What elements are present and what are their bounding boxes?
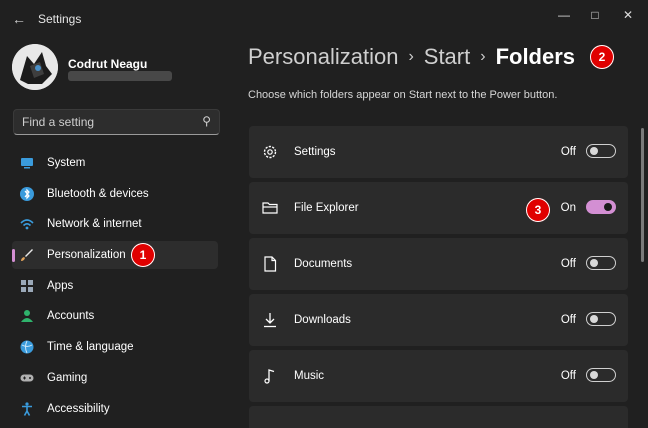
globe-icon (19, 339, 35, 355)
accounts-icon (19, 308, 35, 324)
user-name: Codrut Neagu (68, 57, 148, 71)
folder-row-downloads: Downloads Off (249, 294, 628, 346)
breadcrumb-start[interactable]: Start (424, 44, 470, 69)
download-icon (261, 311, 279, 329)
sidebar-item-label: Bluetooth & devices (47, 187, 149, 200)
folder-list: Settings Off File Explorer On Documents … (249, 126, 628, 428)
folder-row-next-partial (249, 406, 628, 428)
settings-toggle[interactable] (586, 144, 616, 158)
folder-label: Downloads (294, 314, 351, 326)
toggle-knob (590, 147, 598, 155)
brush-icon (19, 247, 35, 263)
toggle-state-label: On (560, 202, 576, 214)
breadcrumb: Personalization › Start › Folders (248, 44, 575, 74)
sidebar-item-label: Apps (47, 279, 74, 292)
sidebar-item-label: Time & language (47, 341, 134, 354)
folder-row-settings: Settings Off (249, 126, 628, 178)
sidebar-item-label: Accessibility (47, 402, 110, 415)
search-icon[interactable]: ⚲ (202, 114, 211, 128)
wifi-icon (19, 216, 35, 232)
toggle-state-label: Off (560, 146, 576, 158)
folder-label: Settings (294, 146, 336, 158)
sidebar-item-label: Gaming (47, 371, 88, 384)
sidebar-item-gaming[interactable]: Gaming (12, 364, 218, 392)
apps-icon (19, 278, 35, 294)
folder-row-documents: Documents Off (249, 238, 628, 290)
sidebar-nav: System Bluetooth & devices Network & int… (12, 149, 218, 425)
folder-label: Documents (294, 258, 353, 270)
music-icon (261, 367, 279, 385)
folder-row-music: Music Off (249, 350, 628, 402)
avatar-image (12, 44, 58, 90)
sidebar-item-system[interactable]: System (12, 149, 218, 177)
system-icon (19, 155, 35, 171)
minimize-button[interactable]: — (550, 4, 578, 26)
annotation-badge-2: 2 (590, 45, 614, 69)
toggle-knob (590, 371, 598, 379)
sidebar-item-label: Network & internet (47, 218, 142, 231)
folder-row-file-explorer: File Explorer On (249, 182, 628, 234)
app-title: Settings (38, 12, 82, 26)
sidebar-item-accessibility[interactable]: Accessibility (12, 395, 218, 423)
downloads-toggle[interactable] (586, 312, 616, 326)
folder-label: Music (294, 370, 325, 382)
toggle-state-label: Off (560, 258, 576, 270)
breadcrumb-personalization[interactable]: Personalization (248, 44, 398, 69)
sidebar-item-accounts[interactable]: Accounts (12, 302, 218, 330)
close-button[interactable]: ✕ (614, 4, 642, 26)
back-arrow-icon[interactable]: ← (10, 10, 28, 28)
music-toggle[interactable] (586, 368, 616, 382)
scrollbar[interactable] (641, 128, 644, 262)
toggle-state-label: Off (560, 314, 576, 326)
toggle-knob (590, 315, 598, 323)
bluetooth-icon (19, 186, 35, 202)
sidebar-item-label: Accounts (47, 310, 95, 323)
file-explorer-toggle[interactable] (586, 200, 616, 214)
toggle-knob (604, 203, 612, 211)
title-bar: ← Settings — □ ✕ (0, 0, 648, 38)
chevron-right-icon: › (408, 48, 414, 65)
maximize-button[interactable]: □ (581, 4, 609, 26)
user-email-redacted (68, 71, 172, 81)
page-title: Folders (495, 44, 576, 69)
page-description: Choose which folders appear on Start nex… (248, 89, 558, 101)
gear-icon (261, 143, 279, 161)
toggle-state-label: Off (560, 370, 576, 382)
documents-toggle[interactable] (586, 256, 616, 270)
gaming-icon (19, 370, 35, 386)
sidebar-item-network[interactable]: Network & internet (12, 210, 218, 238)
toggle-knob (590, 259, 598, 267)
annotation-badge-1: 1 (131, 243, 155, 267)
sidebar-item-apps[interactable]: Apps (12, 272, 218, 300)
sidebar-item-time-language[interactable]: Time & language (12, 333, 218, 361)
avatar[interactable] (12, 44, 58, 90)
annotation-badge-3: 3 (526, 198, 550, 222)
document-icon (261, 255, 279, 273)
chevron-right-icon: › (480, 48, 486, 65)
sidebar-item-personalization[interactable]: Personalization (12, 241, 218, 270)
search-input[interactable]: Find a setting (22, 115, 94, 129)
search-box[interactable]: Find a setting ⚲ (13, 109, 220, 135)
folder-icon (261, 199, 279, 217)
accessibility-icon (19, 401, 35, 417)
sidebar-item-label: System (47, 157, 86, 169)
sidebar-item-label: Personalization (47, 249, 126, 262)
folder-label: File Explorer (294, 202, 359, 214)
sidebar-item-bluetooth[interactable]: Bluetooth & devices (12, 180, 218, 208)
